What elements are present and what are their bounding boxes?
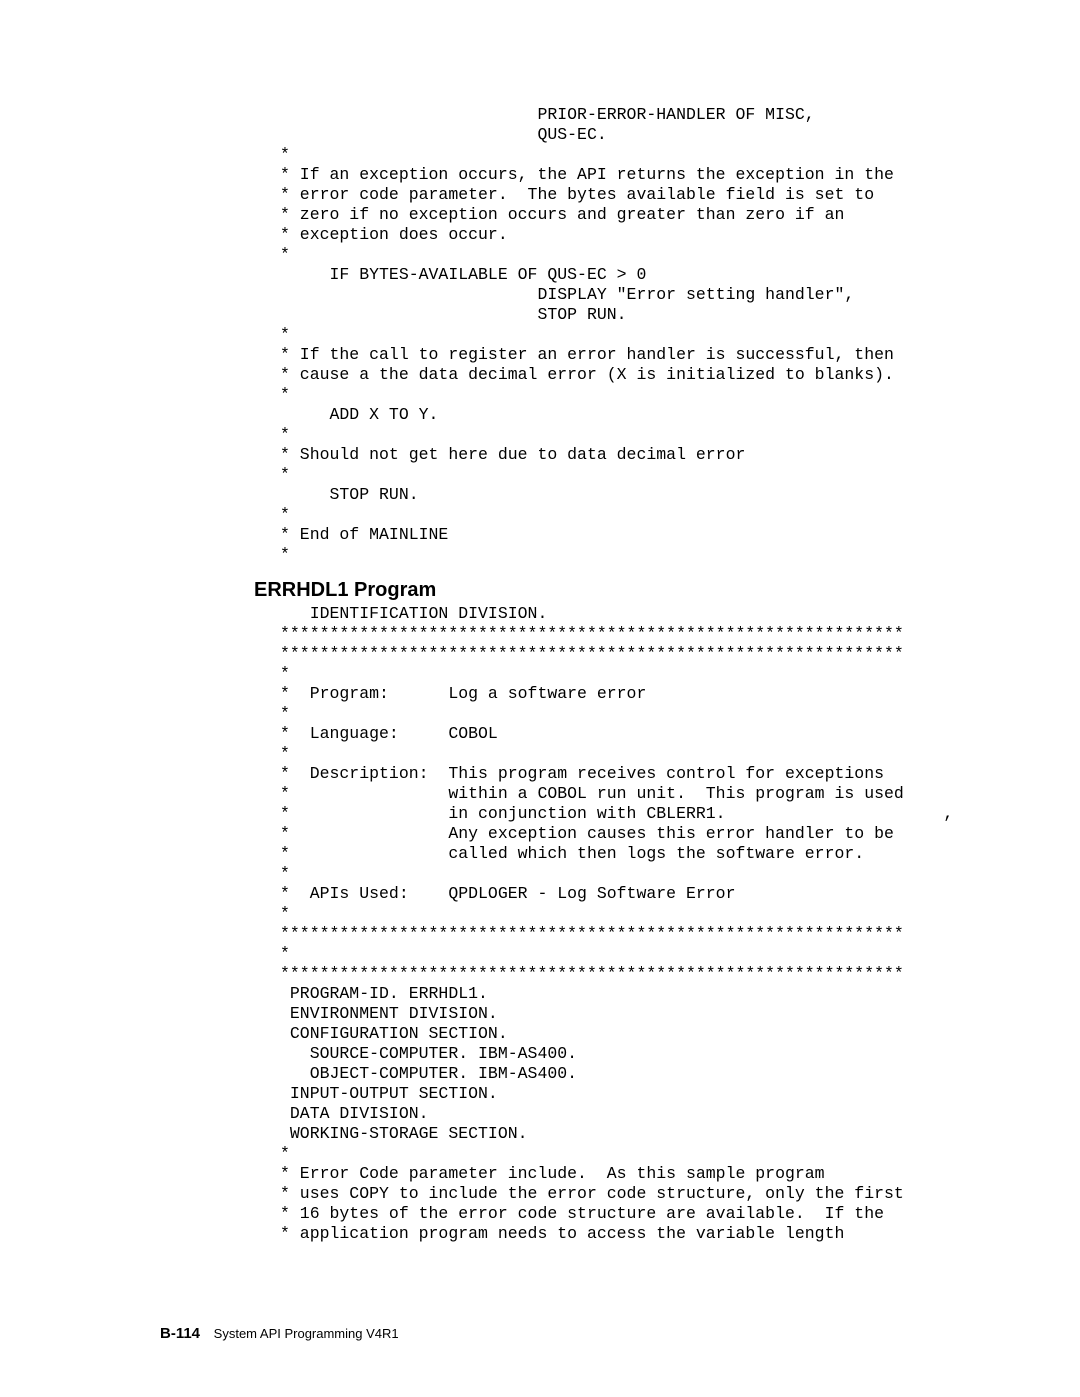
code-block-top: PRIOR-ERROR-HANDLER OF MISC, QUS-EC. * *… (280, 105, 1080, 565)
code-block-errhdl1: IDENTIFICATION DIVISION. ***************… (280, 604, 1080, 1244)
section-heading-errhdl1: ERRHDL1 Program (254, 579, 1080, 602)
page-number: B-114 (160, 1325, 200, 1342)
document-page: PRIOR-ERROR-HANDLER OF MISC, QUS-EC. * *… (0, 0, 1080, 1397)
page-footer: B-114 System API Programming V4R1 (160, 1325, 399, 1342)
footer-title: System API Programming V4R1 (214, 1326, 399, 1341)
